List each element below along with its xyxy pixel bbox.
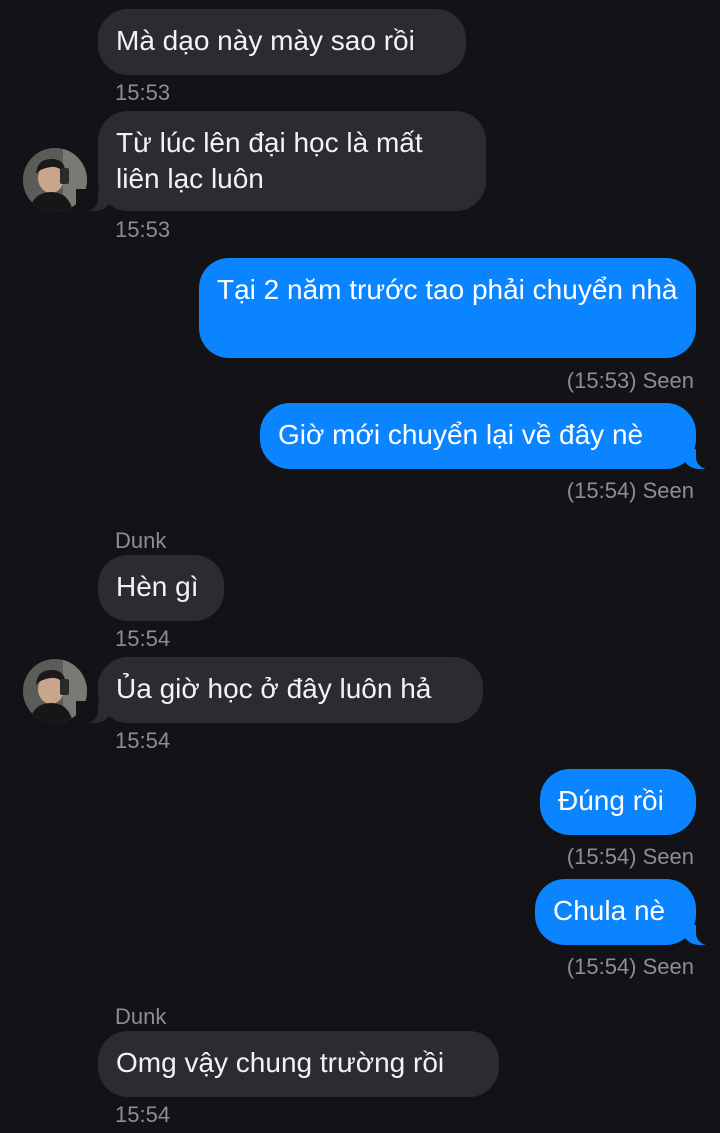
message-text: Từ lúc lên đại học là mất liên lạc luôn xyxy=(116,127,423,194)
message-timestamp: 15:53 xyxy=(115,80,171,105)
message-text: Hèn gì xyxy=(116,571,199,602)
message-text: Ủa giờ học ở đây luôn hả xyxy=(116,673,432,704)
message-bubble-outgoing[interactable]: Tại 2 năm trước tao phải chuyển nhà xyxy=(199,258,696,358)
sender-name: Dunk xyxy=(115,1004,167,1029)
message-bubble-outgoing[interactable]: Đúng rồi xyxy=(540,769,696,835)
message-status: (15:54) Seen xyxy=(566,954,694,979)
message-bubble-incoming[interactable]: Từ lúc lên đại học là mất liên lạc luôn xyxy=(76,111,486,211)
sender-name: Dunk xyxy=(115,528,167,553)
message-text: Mà dạo này mày sao rồi xyxy=(116,25,415,56)
message-timestamp: 15:54 xyxy=(115,1102,171,1127)
message-bubble-incoming[interactable]: Hèn gì xyxy=(98,555,224,621)
message-text: Tại 2 năm trước tao phải chuyển nhà xyxy=(217,274,678,305)
message-bubble-incoming[interactable]: Omg vậy chung trường rồi xyxy=(98,1031,499,1097)
chat-thread: Mà dạo này mày sao rồi 15:53 Từ lúc lên … xyxy=(0,0,720,1133)
message-timestamp: 15:54 xyxy=(115,728,171,753)
message-text: Omg vậy chung trường rồi xyxy=(116,1047,445,1078)
message-status: (15:53) Seen xyxy=(566,368,694,393)
message-status: (15:54) Seen xyxy=(566,478,694,503)
message-bubble-outgoing[interactable]: Giờ mới chuyển lại về đây nè xyxy=(260,403,718,469)
message-text: Chula nè xyxy=(553,895,666,926)
message-text: Giờ mới chuyển lại về đây nè xyxy=(278,419,644,450)
message-bubble-incoming[interactable]: Mà dạo này mày sao rồi xyxy=(98,9,466,75)
message-timestamp: 15:53 xyxy=(115,217,171,242)
message-bubble-outgoing[interactable]: Chula nè xyxy=(535,879,718,945)
message-text: Đúng rồi xyxy=(558,785,664,816)
message-status: (15:54) Seen xyxy=(566,844,694,869)
message-bubble-incoming[interactable]: Ủa giờ học ở đây luôn hả xyxy=(76,657,483,723)
message-timestamp: 15:54 xyxy=(115,626,171,651)
